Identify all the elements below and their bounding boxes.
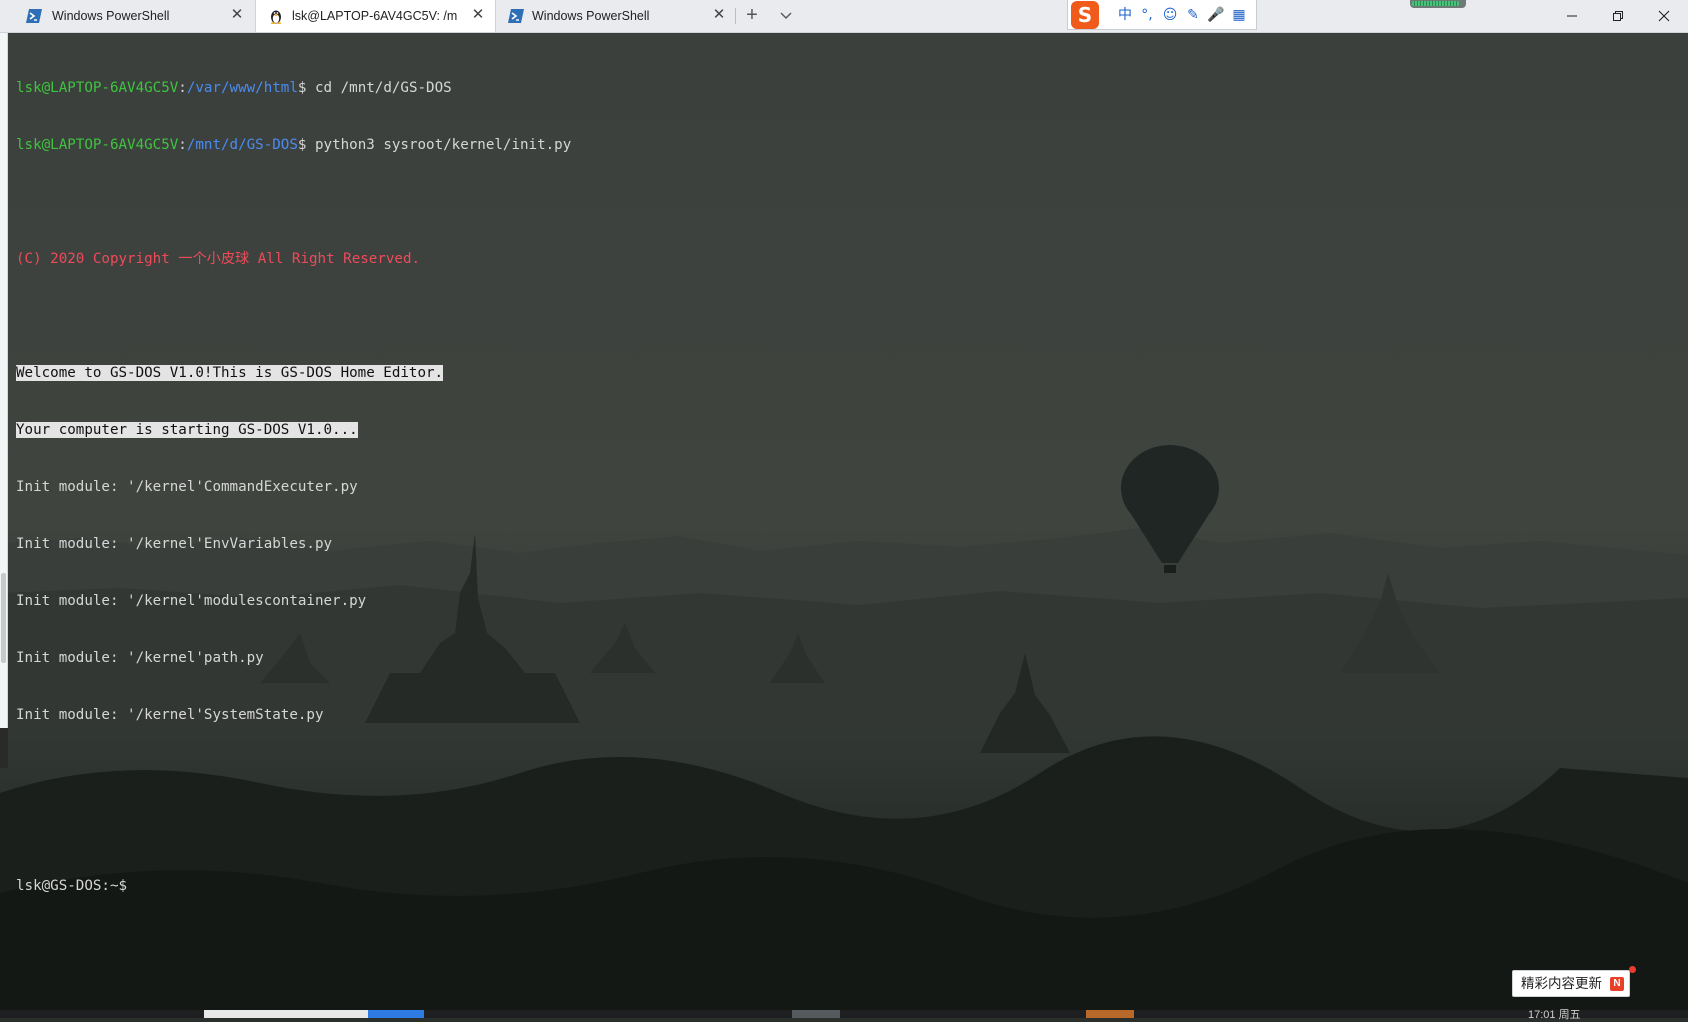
tab-title: lsk@LAPTOP-6AV4GC5V: /mnt/d <box>292 9 457 23</box>
tab-windows-powershell-2[interactable]: Windows PowerShell ✕ <box>496 0 751 32</box>
minimize-button[interactable] <box>1549 0 1595 32</box>
emoji-icon[interactable]: ☺ <box>1161 6 1179 24</box>
terminal-line-1: lsk@LAPTOP-6AV4GC5V:/var/www/html$ cd /m… <box>16 79 571 98</box>
close-icon[interactable]: ✕ <box>471 7 485 22</box>
linux-penguin-icon <box>270 10 282 24</box>
scrollbar-thumb[interactable] <box>1 573 6 663</box>
shell-prompt[interactable]: lsk@GS-DOS:~$ <box>16 877 571 896</box>
chevron-down-icon[interactable] <box>776 7 796 25</box>
minimize-icon <box>1567 15 1577 17</box>
powershell-icon <box>26 9 42 23</box>
tab-windows-powershell-1[interactable]: Windows PowerShell ✕ <box>0 0 255 32</box>
sogou-logo-icon[interactable]: S <box>1071 1 1099 29</box>
command-text: cd /mnt/d/GS-DOS <box>314 80 452 96</box>
ime-mode-button[interactable]: 中 <box>1116 6 1134 24</box>
terminal-pane[interactable]: lsk@LAPTOP-6AV4GC5V:/var/www/html$ cd /m… <box>0 33 1688 1010</box>
new-badge: N <box>1610 977 1624 991</box>
module-line: Init module: '/kernel'EnvVariables.py <box>16 536 333 552</box>
toolbox-grid-icon[interactable]: ▦ <box>1230 6 1248 24</box>
tab-title: Windows PowerShell <box>532 9 650 23</box>
prompt-symbol: $ <box>297 137 315 153</box>
network-meter <box>1410 0 1466 8</box>
skin-pen-icon[interactable]: ✎ <box>1184 6 1202 24</box>
network-meter-fill <box>1412 1 1459 6</box>
module-line: Init module: '/kernel'modulescontainer.p… <box>16 593 367 609</box>
prompt-user: lsk@LAPTOP-6AV4GC5V <box>16 80 179 96</box>
welcome-line: Welcome to GS-DOS V1.0!This is GS-DOS Ho… <box>16 365 444 381</box>
terminal-output: lsk@LAPTOP-6AV4GC5V:/var/www/html$ cd /m… <box>16 41 571 934</box>
module-line: Init module: '/kernel'CommandExecuter.py <box>16 479 358 495</box>
module-line: Init module: '/kernel'SystemState.py <box>16 707 324 723</box>
close-window-button[interactable] <box>1641 0 1687 32</box>
command-text: python3 sysroot/kernel/init.py <box>314 137 572 153</box>
new-tab-button[interactable]: + <box>742 5 762 25</box>
powershell-icon <box>508 9 524 23</box>
starting-line: Your computer is starting GS-DOS V1.0... <box>16 422 358 438</box>
background-window-edge <box>0 728 8 768</box>
prompt-path: /var/www/html <box>186 80 298 96</box>
close-icon[interactable]: ✕ <box>230 7 244 22</box>
taskbar <box>0 1010 1688 1018</box>
taskbar-clock[interactable]: 17:01 周五 <box>1528 1006 1581 1022</box>
taskbar-item[interactable] <box>792 1010 840 1018</box>
prompt-symbol: $ <box>297 80 315 96</box>
terminal-line-2: lsk@LAPTOP-6AV4GC5V:/mnt/d/GS-DOS$ pytho… <box>16 136 571 155</box>
prompt-user: lsk@LAPTOP-6AV4GC5V <box>16 137 179 153</box>
background-window-edge <box>0 33 8 728</box>
taskbar-item[interactable] <box>368 1010 424 1018</box>
restore-button[interactable] <box>1595 0 1641 32</box>
taskbar-item[interactable] <box>1086 1010 1134 1018</box>
tab-ubuntu-active[interactable]: lsk@LAPTOP-6AV4GC5V: /mnt/d ✕ <box>255 0 496 32</box>
prompt-path: /mnt/d/GS-DOS <box>186 137 298 153</box>
news-update-popup[interactable]: 精彩内容更新 N <box>1512 966 1636 997</box>
prompt-separator: : <box>178 137 187 153</box>
tab-bar: Windows PowerShell ✕ lsk@LAPTOP-6AV4GC5V… <box>0 0 1688 33</box>
microphone-icon[interactable]: 🎤 <box>1207 6 1225 24</box>
module-line: Init module: '/kernel'path.py <box>16 650 264 666</box>
prompt-separator: : <box>178 80 187 96</box>
ime-toolbar: S 中 °, ☺ ✎ 🎤 ▦ <box>1067 0 1257 30</box>
copyright-line: (C) 2020 Copyright 一个小皮球 All Right Reser… <box>16 251 421 267</box>
taskbar-item[interactable] <box>204 1010 368 1018</box>
tab-title: Windows PowerShell <box>52 9 170 23</box>
close-icon <box>1658 10 1670 22</box>
close-icon[interactable]: ✕ <box>712 7 726 22</box>
news-popup-text: 精彩内容更新 <box>1521 976 1602 991</box>
restore-icon <box>1613 11 1623 21</box>
ime-punctuation-button[interactable]: °, <box>1138 6 1156 24</box>
notification-dot <box>1629 966 1636 973</box>
tab-separator <box>735 8 736 24</box>
